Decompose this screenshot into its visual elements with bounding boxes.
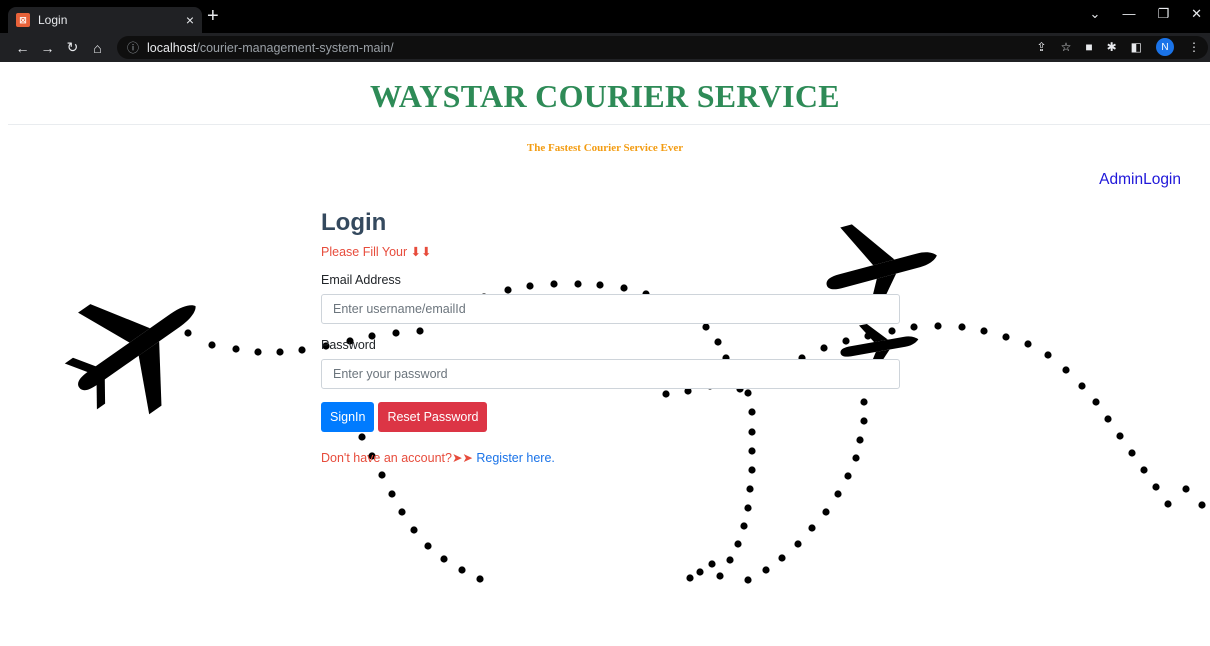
flight-path-dot (1152, 483, 1160, 491)
menu-icon[interactable]: ⋮ (1188, 40, 1200, 54)
browser-tab[interactable]: ⊠ Login × (8, 7, 202, 33)
flight-path-dot (1116, 432, 1124, 440)
page-viewport: WAYSTAR COURIER SERVICE The Fastest Cour… (0, 62, 1210, 646)
site-title: WAYSTAR COURIER SERVICE (370, 78, 840, 114)
flight-path-dot (298, 346, 306, 354)
flight-path-dot (726, 556, 734, 564)
flight-path-dot (254, 348, 262, 356)
admin-login-link[interactable]: AdminLogin (1099, 171, 1181, 189)
flight-path-dot (440, 555, 448, 563)
flight-path-dot (388, 490, 396, 498)
flight-path-dot (808, 524, 816, 532)
register-prompt: Don't have an account?➤➤ Register here. (321, 450, 900, 465)
flight-path-dot (744, 576, 752, 584)
toolbar-actions: ⇪ ☆ ■ ✱ ◧ N ⋮ (1037, 38, 1200, 56)
flight-path-dot (686, 574, 694, 582)
flight-path-dot (232, 345, 240, 353)
close-window-icon[interactable]: ✕ (1191, 6, 1202, 22)
flight-path-dot (1182, 485, 1190, 493)
flight-path-dot (424, 542, 432, 550)
reset-password-button[interactable]: Reset Password (378, 401, 488, 432)
address-bar[interactable]: ⓘ localhost/courier-management-system-ma… (117, 36, 1208, 59)
favicon-icon: ⊠ (16, 13, 30, 27)
flight-path-dot (208, 341, 216, 349)
flight-path-dot (980, 327, 988, 335)
side-panel-icon[interactable]: ◧ (1131, 40, 1142, 54)
flight-path-dot (1198, 501, 1206, 509)
flight-path-dot (762, 566, 770, 574)
login-form: Login Please Fill Your ⬇⬇ Email Address … (321, 209, 900, 465)
airplane-icon (64, 304, 196, 415)
tab-title: Login (38, 13, 68, 27)
back-icon[interactable]: ← (10, 40, 35, 56)
flight-path-dot (410, 526, 418, 534)
flight-path-dot (696, 568, 704, 576)
flight-path-dot (1140, 466, 1148, 474)
tab-close-icon[interactable]: × (186, 13, 194, 27)
flight-path-dot (746, 485, 754, 493)
email-input[interactable] (321, 293, 900, 324)
flight-path-dot (476, 575, 484, 583)
url-path: /courier-management-system-main/ (196, 40, 394, 55)
flight-path-dot (822, 508, 830, 516)
site-info-icon[interactable]: ⓘ (127, 39, 139, 56)
signin-button[interactable]: SignIn (321, 401, 375, 432)
browser-tab-strip: ⊠ Login × + ⌄ — ❐ ✕ (0, 0, 1210, 33)
restore-icon[interactable]: ❐ (1157, 6, 1169, 22)
password-input[interactable] (321, 358, 900, 389)
flight-path-dot (1164, 500, 1172, 508)
flight-path-dot (716, 572, 724, 580)
password-label: Password (321, 337, 376, 352)
flight-path-dot (844, 472, 852, 480)
minimize-icon[interactable]: — (1122, 6, 1135, 22)
flight-path-dot (1092, 398, 1100, 406)
bookmark-star-icon[interactable]: ☆ (1061, 40, 1072, 54)
flight-path-dot (748, 466, 756, 474)
flight-path-dot (708, 560, 716, 568)
flight-path-dot (1128, 449, 1136, 457)
tab-search-icon[interactable]: ⌄ (1090, 6, 1101, 22)
flight-path-dot (1062, 366, 1070, 374)
flight-path-dot (1078, 382, 1086, 390)
forward-icon[interactable]: → (35, 40, 60, 56)
flight-path-dot (1024, 340, 1032, 348)
reload-icon[interactable]: ↻ (60, 39, 85, 56)
flight-path-dot (934, 322, 942, 330)
flight-path-dot (184, 329, 192, 337)
puzzle-icon[interactable]: ✱ (1107, 40, 1117, 54)
flight-path-dot (740, 522, 748, 530)
flight-path-dot (398, 508, 406, 516)
browser-toolbar: ← → ↻ ⌂ ⓘ localhost/courier-management-s… (0, 33, 1210, 62)
profile-avatar[interactable]: N (1156, 38, 1174, 56)
new-tab-button[interactable]: + (207, 6, 219, 26)
tagline: The Fastest Courier Service Ever (526, 142, 684, 154)
flight-path-dot (734, 540, 742, 548)
flight-path-dot (910, 323, 918, 331)
url-host: localhost (147, 40, 197, 55)
flight-path-dot (778, 554, 786, 562)
flight-path-dot (378, 471, 386, 479)
flight-path-dot (276, 348, 284, 356)
register-link[interactable]: Register here. (476, 451, 555, 465)
flight-path-dot (958, 323, 966, 331)
flight-path-dot (1044, 351, 1052, 359)
register-question: Don't have an account?➤➤ (321, 450, 477, 465)
flight-path-dot (744, 504, 752, 512)
window-controls: ⌄ — ❐ ✕ (1090, 6, 1202, 22)
flight-path-dot (834, 490, 842, 498)
flight-path-dot (794, 540, 802, 548)
flight-path-dot (458, 566, 466, 574)
flight-path-dot (1104, 415, 1112, 423)
email-label: Email Address (321, 272, 401, 287)
share-icon[interactable]: ⇪ (1037, 40, 1047, 54)
login-title: Login (321, 209, 387, 236)
extension-icon[interactable]: ■ (1085, 40, 1092, 54)
header-divider (8, 124, 1210, 125)
button-row: SignIn Reset Password (321, 401, 900, 432)
fill-message: Please Fill Your ⬇⬇ (321, 244, 432, 259)
flight-path-dot (1002, 333, 1010, 341)
home-icon[interactable]: ⌂ (85, 40, 110, 56)
